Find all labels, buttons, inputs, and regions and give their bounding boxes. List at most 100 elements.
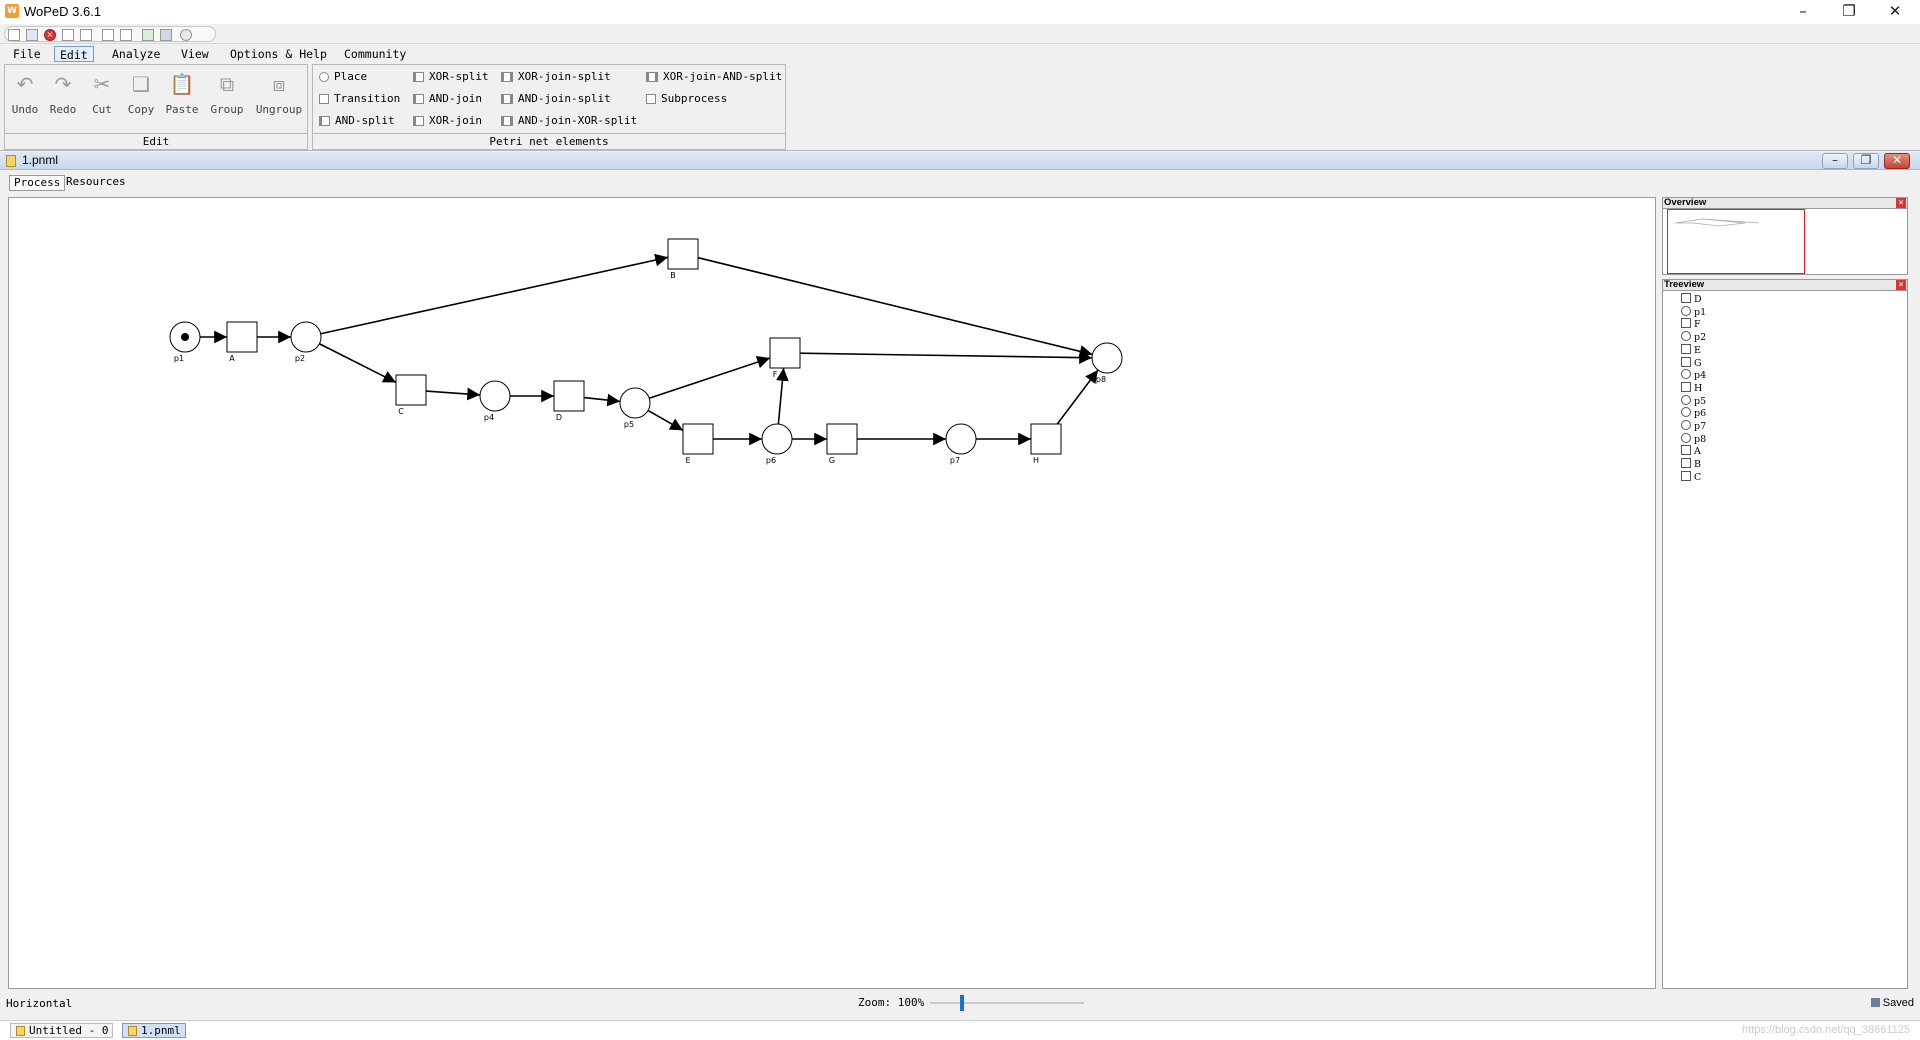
tab-process[interactable]: Process	[9, 175, 66, 191]
menu-edit[interactable]: Edit	[54, 46, 94, 62]
tree-item-p1[interactable]: p1	[1681, 305, 1707, 318]
menu-options-help[interactable]: Options & Help	[225, 46, 332, 62]
menu-file[interactable]: File	[8, 46, 46, 62]
document-title: 1.pnml	[22, 153, 59, 167]
arc-p2-C[interactable]	[319, 343, 397, 384]
arc-C-p4[interactable]	[425, 387, 481, 401]
tree-item-p6[interactable]: p6	[1681, 407, 1706, 419]
arc-p5-E[interactable]	[647, 409, 684, 432]
close-file-icon[interactable]: ×	[44, 29, 56, 41]
and-join-xor-split-tool[interactable]: AND-join-XOR-split	[501, 113, 637, 129]
window-untitled[interactable]: Untitled - 0	[10, 1023, 114, 1038]
simulate-icon[interactable]	[142, 29, 154, 41]
node-label-p6: p6	[766, 456, 776, 465]
xor-join-tool[interactable]: XOR-join	[413, 113, 482, 129]
place-p8[interactable]	[1091, 342, 1123, 374]
open-file-icon[interactable]	[26, 29, 38, 41]
arc-p6-F[interactable]	[776, 367, 789, 425]
subprocess-tool[interactable]: Subprocess	[646, 91, 727, 107]
copy-button[interactable]: ❏ Copy	[122, 69, 160, 117]
xor-join-and-split-tool[interactable]: XOR-join-AND-split	[646, 69, 782, 85]
analysis-icon[interactable]	[160, 29, 172, 41]
tree-item-p2[interactable]: p2	[1681, 331, 1706, 343]
place-p7[interactable]	[945, 423, 977, 455]
arc-p2-B[interactable]	[320, 253, 669, 335]
transition-tool[interactable]: Transition	[319, 91, 400, 107]
tree-item-C[interactable]: C	[1681, 470, 1701, 483]
transition-F[interactable]	[769, 337, 801, 369]
restore-button[interactable]: ❐	[1826, 0, 1872, 24]
treeview-close-icon[interactable]: ×	[1896, 280, 1906, 290]
node-label-p2: p2	[295, 354, 305, 363]
overview-close-icon[interactable]: ×	[1896, 198, 1906, 208]
save-as-icon[interactable]	[80, 29, 92, 41]
tree-item-B[interactable]: B	[1681, 458, 1701, 470]
transition-A[interactable]	[226, 321, 258, 353]
redo-button[interactable]: ↷ Redo	[44, 69, 82, 117]
menu-community[interactable]: Community	[339, 46, 411, 62]
overview-panel[interactable]	[1662, 209, 1908, 275]
doc-maximize-button[interactable]: ❐	[1853, 153, 1879, 169]
ungroup-button[interactable]: ⧈ Ungroup	[255, 69, 303, 117]
arc-F-p8[interactable]	[799, 351, 1093, 364]
quick-toolbar-group: ×	[4, 26, 216, 42]
new-file-icon[interactable]	[8, 29, 20, 41]
place-p6[interactable]	[761, 423, 793, 455]
tree-item-D[interactable]: D	[1681, 293, 1702, 305]
zoom-slider-track[interactable]	[930, 1002, 1084, 1004]
xor-join-split-tool[interactable]: XOR-join-split	[501, 69, 611, 85]
and-join-split-tool[interactable]: AND-join-split	[501, 91, 611, 107]
transition-D[interactable]	[553, 380, 585, 412]
woped-app-icon: W	[5, 4, 19, 18]
doc-close-button[interactable]: ✕	[1884, 153, 1910, 169]
arc-H-p8[interactable]	[1056, 369, 1099, 425]
redo-small-icon[interactable]	[120, 29, 132, 41]
tree-item-label: p1	[1694, 306, 1707, 318]
tree-item-H[interactable]: H	[1681, 381, 1703, 394]
transition-E[interactable]	[682, 423, 714, 455]
and-split-tool[interactable]: AND-split	[319, 113, 395, 129]
node-label-D: D	[556, 413, 562, 422]
paste-button[interactable]: 📋 Paste	[163, 69, 201, 117]
tree-item-label: H	[1694, 382, 1703, 394]
tree-item-G[interactable]: G	[1681, 356, 1702, 369]
undo-small-icon[interactable]	[102, 29, 114, 41]
zoom-slider-thumb[interactable]	[960, 995, 964, 1011]
menu-analyze[interactable]: Analyze	[107, 46, 165, 62]
tree-item-F[interactable]: F	[1681, 318, 1701, 330]
tree-item-p7[interactable]: p7	[1681, 420, 1706, 432]
and-join-tool[interactable]: AND-join	[413, 91, 482, 107]
undo-button[interactable]: ↶ Undo	[6, 69, 44, 117]
place-p5[interactable]	[619, 387, 651, 419]
place-p2[interactable]	[290, 321, 322, 353]
group-button[interactable]: ⧉ Group	[208, 69, 246, 117]
settings-gear-icon[interactable]	[180, 29, 192, 41]
arc-D-p5[interactable]	[583, 393, 621, 407]
transition-B[interactable]	[667, 238, 699, 270]
tree-item-E[interactable]: E	[1681, 343, 1701, 356]
place-p4[interactable]	[479, 380, 511, 412]
transition-H[interactable]	[1030, 423, 1062, 455]
cut-button[interactable]: ✂ Cut	[83, 69, 121, 117]
petri-net-canvas[interactable]: p1 p2 p4 p5 p6 p7 p8 A B C D E F G H	[8, 197, 1656, 989]
tab-resources[interactable]: Resources	[62, 175, 130, 191]
transition-C[interactable]	[395, 374, 427, 406]
close-button[interactable]: ✕	[1872, 0, 1918, 24]
arc-B-p8[interactable]	[697, 256, 1093, 358]
minimize-button[interactable]: –	[1780, 0, 1826, 24]
and-split-icon	[319, 116, 330, 126]
tree-item-p8[interactable]: p8	[1681, 432, 1706, 445]
window-1pnml[interactable]: 1.pnml	[122, 1023, 186, 1038]
arc-p5-F[interactable]	[648, 355, 771, 400]
xor-split-tool[interactable]: XOR-split	[413, 69, 489, 85]
tree-item-p5[interactable]: p5	[1681, 394, 1706, 407]
tree-item-p4[interactable]: p4	[1681, 369, 1706, 381]
save-icon[interactable]	[62, 29, 74, 41]
menu-view[interactable]: View	[176, 46, 214, 62]
group-icon: ⧉	[219, 72, 235, 96]
transition-G[interactable]	[826, 423, 858, 455]
tree-item-A[interactable]: A	[1681, 445, 1701, 457]
doc-minimize-button[interactable]: –	[1822, 153, 1848, 169]
redo-icon: ↷	[54, 72, 72, 96]
place-tool[interactable]: Place	[319, 69, 367, 85]
